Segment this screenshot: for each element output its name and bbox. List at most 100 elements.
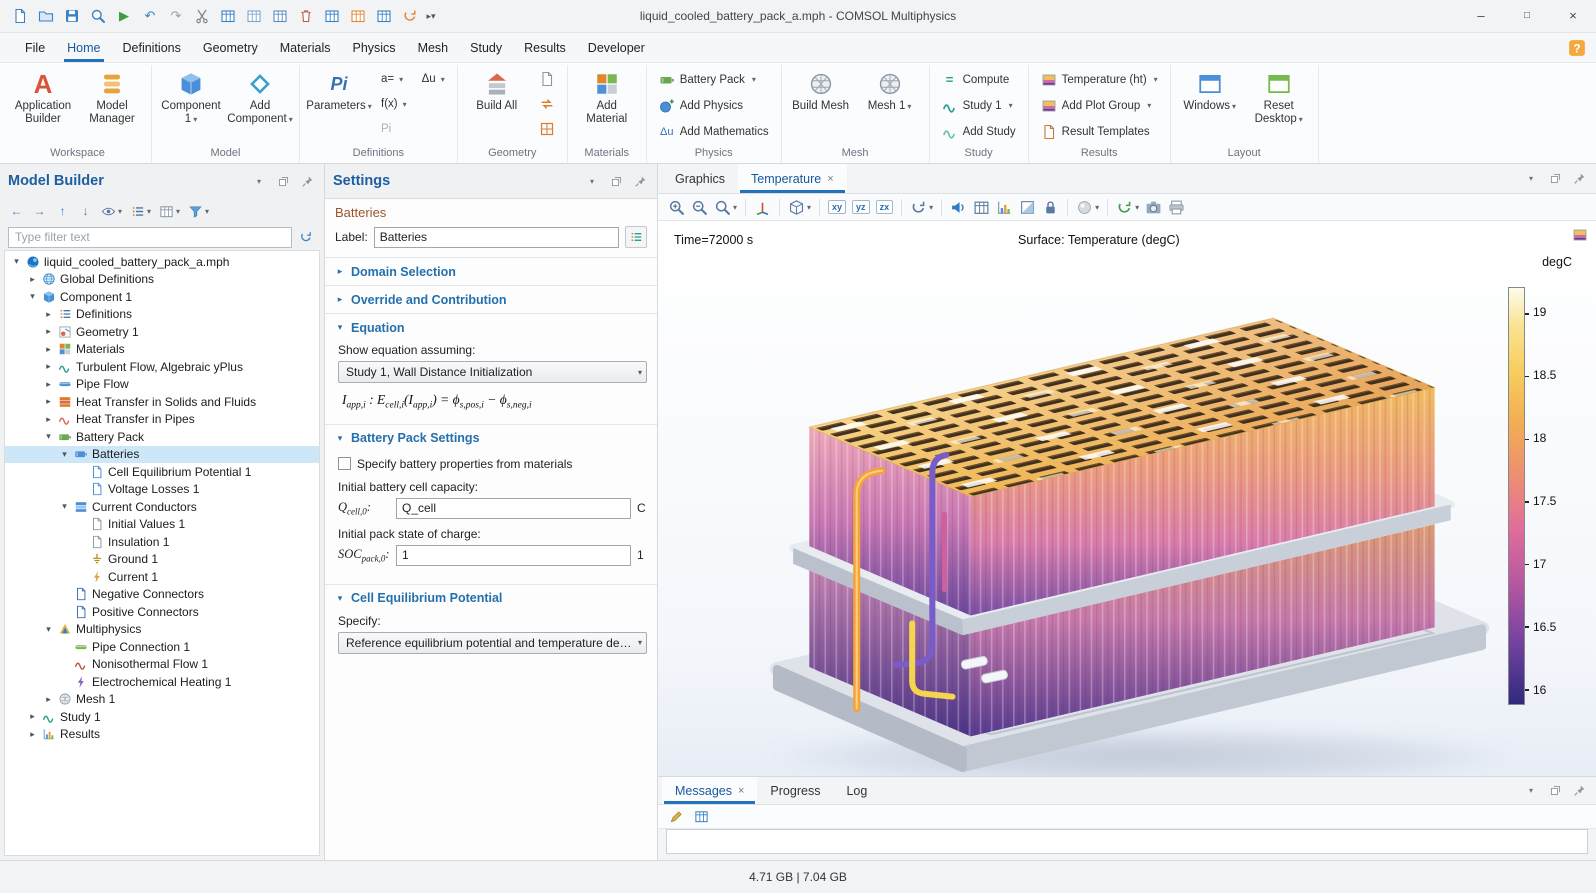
menu-tab-physics[interactable]: Physics bbox=[341, 33, 406, 62]
expander-icon[interactable]: ▾ bbox=[27, 291, 38, 302]
ribbon-button-mesh-1[interactable]: Mesh 1▾ bbox=[857, 67, 923, 115]
forward-button[interactable]: → bbox=[29, 200, 50, 222]
section-header-cell-equilibrium-potential[interactable]: Cell Equilibrium Potential bbox=[325, 585, 657, 612]
environment-light-button[interactable]: ▾ bbox=[1074, 197, 1101, 218]
expander-icon[interactable]: ▸ bbox=[27, 274, 38, 285]
rename-button[interactable] bbox=[625, 226, 647, 248]
tree-item-global-definitions[interactable]: ▸Global Definitions bbox=[5, 271, 319, 289]
node-label-button[interactable]: ▾ bbox=[127, 200, 154, 222]
tree-item-turbulent-flow-algebraic-yplus[interactable]: ▸Turbulent Flow, Algebraic yPlus bbox=[5, 358, 319, 376]
pin-button[interactable] bbox=[631, 172, 649, 190]
ribbon-button-remove-details[interactable] bbox=[533, 117, 561, 141]
float-button[interactable] bbox=[607, 172, 625, 190]
expander-icon[interactable]: ▾ bbox=[59, 501, 70, 512]
pin-button[interactable] bbox=[1570, 782, 1588, 800]
duplicate-button[interactable] bbox=[242, 4, 266, 28]
menu-tab-home[interactable]: Home bbox=[56, 33, 111, 62]
tree-item-results[interactable]: ▸Results bbox=[5, 726, 319, 744]
filter-input[interactable] bbox=[8, 227, 292, 248]
ribbon-button-result-templates[interactable]: Result Templates bbox=[1035, 119, 1164, 144]
move-down-button[interactable]: ↓ bbox=[75, 200, 96, 222]
sound-button[interactable] bbox=[948, 197, 969, 218]
float-button[interactable] bbox=[1546, 782, 1564, 800]
zoom-out-button[interactable] bbox=[689, 197, 710, 218]
ribbon-button-build-mesh[interactable]: Build Mesh bbox=[788, 67, 854, 115]
expander-icon[interactable]: ▸ bbox=[43, 694, 54, 705]
tree-item-batteries[interactable]: ▾Batteries bbox=[5, 446, 319, 464]
float-button[interactable] bbox=[274, 172, 292, 190]
tree-item-mesh-1[interactable]: ▸Mesh 1 bbox=[5, 691, 319, 709]
ribbon-button-insert-sequence[interactable] bbox=[533, 67, 561, 91]
menu-tab-geometry[interactable]: Geometry bbox=[192, 33, 269, 62]
lock-axes-button[interactable] bbox=[1040, 197, 1061, 218]
messages-tab-progress[interactable]: Progress bbox=[757, 777, 833, 804]
expander-icon[interactable]: ▸ bbox=[43, 326, 54, 337]
expander-icon[interactable]: ▾ bbox=[59, 449, 70, 460]
transparency-button[interactable] bbox=[1017, 197, 1038, 218]
ribbon-button-build-all[interactable]: Build All bbox=[464, 67, 530, 115]
expander-icon[interactable]: ▾ bbox=[43, 624, 54, 635]
cut-button[interactable] bbox=[190, 4, 214, 28]
save-button[interactable] bbox=[60, 4, 84, 28]
soc-input[interactable] bbox=[396, 545, 631, 566]
ribbon-button-add-material[interactable]: Add Material bbox=[574, 67, 640, 128]
tree-item-heat-transfer-in-solids-and-fluids[interactable]: ▸Heat Transfer in Solids and Fluids bbox=[5, 393, 319, 411]
ribbon-button-add-study[interactable]: Add Study bbox=[936, 119, 1022, 144]
tree-item-definitions[interactable]: ▸Definitions bbox=[5, 306, 319, 324]
expander-icon[interactable]: ▸ bbox=[43, 344, 54, 355]
tree-item-multiphysics[interactable]: ▾Multiphysics bbox=[5, 621, 319, 639]
paste-button[interactable] bbox=[268, 4, 292, 28]
graphics-tab-temperature[interactable]: Temperature× bbox=[738, 164, 847, 193]
move-up-button[interactable]: ↑ bbox=[52, 200, 73, 222]
help-button[interactable]: ? bbox=[1568, 39, 1586, 57]
menu-down-button[interactable]: ▾ bbox=[250, 172, 268, 190]
tree-item-initial-values-1[interactable]: Initial Values 1 bbox=[5, 516, 319, 534]
close-tab-icon[interactable]: × bbox=[827, 173, 833, 185]
float-button[interactable] bbox=[1546, 170, 1564, 188]
ribbon-button-application-builder[interactable]: AApplication Builder bbox=[10, 67, 76, 128]
ribbon-button-study-1[interactable]: Study 1▾ bbox=[936, 93, 1022, 118]
ribbon-button-add-mathematics[interactable]: ΔuAdd Mathematics bbox=[653, 119, 775, 144]
expander-icon[interactable]: ▸ bbox=[43, 396, 54, 407]
menu-tab-results[interactable]: Results bbox=[513, 33, 577, 62]
tree-item-insulation-1[interactable]: Insulation 1 bbox=[5, 533, 319, 551]
view-orientation-button[interactable]: ▾ bbox=[786, 197, 813, 218]
pin-button[interactable] bbox=[298, 172, 316, 190]
menu-tab-mesh[interactable]: Mesh bbox=[407, 33, 460, 62]
tree-item-current-1[interactable]: Current 1 bbox=[5, 568, 319, 586]
refresh-filter-button[interactable] bbox=[296, 226, 316, 248]
view-xy-button[interactable]: xy bbox=[826, 198, 848, 216]
menu-tab-study[interactable]: Study bbox=[459, 33, 513, 62]
tree-item-ground-1[interactable]: Ground 1 bbox=[5, 551, 319, 569]
menu-tab-materials[interactable]: Materials bbox=[269, 33, 342, 62]
ribbon-button-compute[interactable]: =Compute bbox=[936, 67, 1022, 92]
tree-item-cell-equilibrium-potential-1[interactable]: Cell Equilibrium Potential 1 bbox=[5, 463, 319, 481]
open-button[interactable] bbox=[34, 4, 58, 28]
ribbon-button-a[interactable]: a=▾ bbox=[375, 67, 413, 91]
equilibrium-potential-dropdown[interactable]: Reference equilibrium potential and temp… bbox=[338, 632, 647, 654]
ribbon-button-pi[interactable]: Pi bbox=[375, 117, 413, 141]
menu-tab-developer[interactable]: Developer bbox=[577, 33, 656, 62]
view-zx-button[interactable]: zx bbox=[874, 198, 896, 216]
show-grid-button[interactable] bbox=[971, 197, 992, 218]
ribbon-button-temperature-ht[interactable]: Temperature (ht)▾ bbox=[1035, 67, 1164, 92]
refresh-tables-button[interactable] bbox=[398, 4, 422, 28]
menu-down-button[interactable]: ▾ bbox=[583, 172, 601, 190]
menu-tab-file[interactable]: File bbox=[14, 33, 56, 62]
ribbon-button-windows[interactable]: Windows▾ bbox=[1177, 67, 1243, 115]
close-button[interactable]: × bbox=[1550, 0, 1596, 32]
run-button[interactable]: ▶ bbox=[112, 4, 136, 28]
tree-item-heat-transfer-in-pipes[interactable]: ▸Heat Transfer in Pipes bbox=[5, 411, 319, 429]
ribbon-button-component-1[interactable]: Component 1▾ bbox=[158, 67, 224, 128]
import-table-button[interactable] bbox=[346, 4, 370, 28]
tree-item-positive-connectors[interactable]: Positive Connectors bbox=[5, 603, 319, 621]
checkbox-unchecked-icon[interactable] bbox=[338, 457, 351, 470]
capacity-input[interactable] bbox=[396, 498, 631, 519]
graphics-tab-graphics[interactable]: Graphics bbox=[662, 164, 738, 193]
zoom-box-button[interactable]: ▾ bbox=[712, 197, 739, 218]
tree-item-geometry-1[interactable]: ▸Geometry 1 bbox=[5, 323, 319, 341]
undo-button[interactable]: ↶ bbox=[138, 4, 162, 28]
expander-icon[interactable]: ▸ bbox=[43, 379, 54, 390]
quick-access-more-button[interactable]: ▾ bbox=[424, 4, 438, 28]
menu-down-button[interactable]: ▾ bbox=[1522, 782, 1540, 800]
